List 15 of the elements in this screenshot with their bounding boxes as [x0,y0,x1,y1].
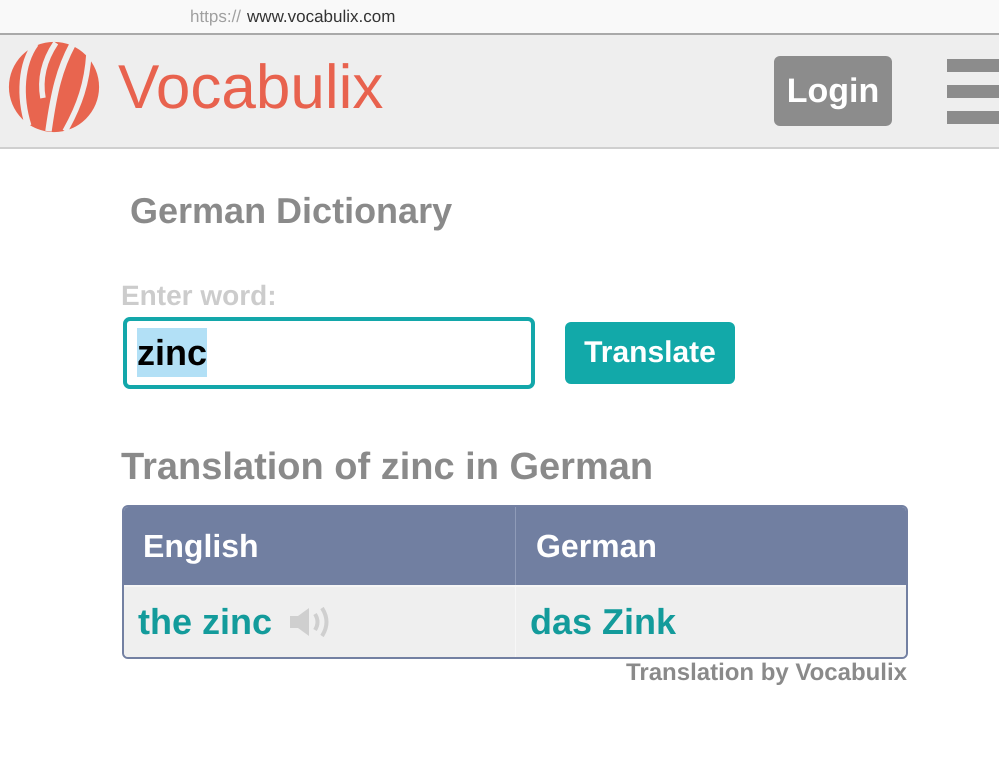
input-field[interactable]: zinc [123,316,535,389]
url-host-text: www.vocabulix.com [247,6,396,28]
swoosh-logo-icon[interactable] [8,41,100,133]
column-header: German [515,507,906,586]
results-heading: Translation of zinc in German [121,444,654,490]
translate-button[interactable]: Translate [565,322,735,384]
column-header: English [124,507,515,586]
menu-icon[interactable] [947,58,999,124]
url-scheme-text: https:// [190,6,242,28]
translation-link[interactable]: das Zink [530,595,676,650]
credit-text: Translation by Vocabulix [626,659,907,688]
brand-name[interactable]: Vocabulix [118,57,384,119]
login-button[interactable]: Login [774,56,892,126]
page-title: German Dictionary [129,189,454,232]
translation-link[interactable]: the zinc [138,595,272,650]
